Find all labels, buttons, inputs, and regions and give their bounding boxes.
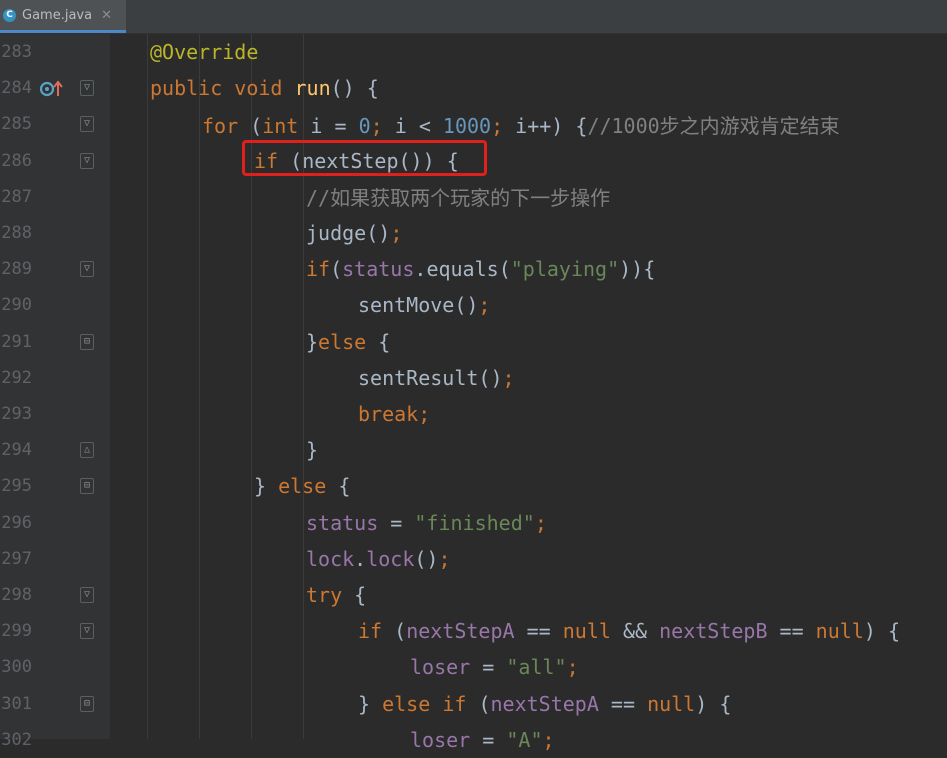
- code-text[interactable]: break;: [358, 402, 430, 426]
- line-number: 291: [1, 331, 32, 352]
- class-c-icon: C: [3, 8, 16, 22]
- fold-open-icon[interactable]: ▽: [80, 587, 94, 603]
- code-text[interactable]: @Override: [150, 40, 258, 64]
- line-number: 285: [1, 114, 32, 135]
- fold-open-icon[interactable]: ▽: [80, 80, 94, 97]
- code-text[interactable]: loser = "all";: [410, 655, 579, 679]
- line-number: 292: [1, 367, 32, 388]
- code-text[interactable]: sentResult();: [358, 366, 515, 390]
- code-line[interactable]: 294 △}: [0, 432, 947, 468]
- line-number: 301: [1, 693, 32, 714]
- line-number: 283: [1, 42, 32, 62]
- close-icon[interactable]: ✕: [101, 8, 112, 23]
- code-line[interactable]: 285 ▽ for (int i = 0; i < 1000; i++) {//10…: [0, 106, 947, 142]
- line-number: 298: [1, 585, 32, 605]
- code-line[interactable]: 284 ▽ public void run() {: [0, 70, 947, 106]
- line-number: 288: [1, 223, 32, 243]
- code-line[interactable]: 295 ⊟ } else {: [0, 468, 947, 504]
- code-line[interactable]: 289 ▽ if(status.equals("playing")){: [0, 251, 947, 287]
- code-line[interactable]: 300 loser = "all";: [0, 649, 947, 685]
- code-line[interactable]: 291 ⊟ }else {: [0, 324, 947, 360]
- line-number: 287: [1, 186, 32, 207]
- code-text[interactable]: loser = "A";: [410, 728, 555, 752]
- code-line[interactable]: 293 break;: [0, 396, 947, 432]
- line-number: 293: [1, 404, 32, 424]
- code-text[interactable]: //如果获取两个玩家的下一步操作: [306, 182, 610, 211]
- fold-open-icon[interactable]: ▽: [80, 116, 94, 133]
- code-text[interactable]: lock.lock();: [306, 547, 451, 571]
- tab-label: Game.java: [22, 7, 93, 23]
- editor-tab-bar: C Game.java ✕: [0, 0, 947, 34]
- fold-marker-icon[interactable]: ⊟: [80, 333, 94, 350]
- fold-open-icon[interactable]: ▽: [80, 152, 94, 169]
- line-number: 299: [1, 621, 32, 642]
- code-text[interactable]: for (int i = 0; i < 1000; i++) {//1000步之…: [202, 110, 840, 139]
- code-line[interactable]: 298 ▽ try {: [0, 577, 947, 613]
- fold-open-icon[interactable]: ▽: [80, 261, 94, 278]
- code-line[interactable]: 283 @Override: [0, 34, 947, 70]
- code-text[interactable]: if (nextStepA == null && nextStepB == nu…: [358, 619, 900, 643]
- line-number: 290: [1, 295, 32, 316]
- code-line[interactable]: 292 sentResult();: [0, 360, 947, 396]
- code-text[interactable]: }: [306, 438, 318, 462]
- line-number: 300: [1, 657, 32, 678]
- code-text[interactable]: judge();: [306, 221, 402, 245]
- highlight-box: [242, 140, 487, 176]
- code-line[interactable]: 299 ▽ if (nextStepA == null && nextStepB =…: [0, 613, 947, 649]
- code-text[interactable]: public void run() {: [150, 76, 379, 100]
- code-text[interactable]: sentMove();: [358, 293, 490, 317]
- code-text[interactable]: if(status.equals("playing")){: [306, 257, 655, 281]
- fold-open-icon[interactable]: ▽: [80, 623, 94, 640]
- tab-game-java[interactable]: C Game.java ✕: [0, 0, 126, 33]
- fold-marker-icon[interactable]: ⊟: [80, 478, 94, 495]
- code-text[interactable]: status = "finished";: [306, 511, 547, 535]
- code-line[interactable]: 290 sentMove();: [0, 287, 947, 323]
- line-number: 294: [1, 440, 32, 461]
- line-number: 289: [1, 259, 32, 280]
- code-text[interactable]: } else if (nextStepA == null) {: [358, 692, 731, 716]
- fold-marker-icon[interactable]: ⊟: [80, 695, 94, 712]
- code-line[interactable]: 288 judge();: [0, 215, 947, 251]
- line-number: 295: [1, 476, 32, 497]
- code-text[interactable]: try {: [306, 583, 366, 607]
- code-line[interactable]: 297 lock.lock();: [0, 541, 947, 577]
- fold-close-icon[interactable]: △: [80, 442, 94, 459]
- line-number: 286: [1, 150, 32, 171]
- line-number: 297: [1, 548, 32, 569]
- line-number: 296: [1, 512, 32, 533]
- code-line[interactable]: 296 status = "finished";: [0, 505, 947, 541]
- code-line[interactable]: 287 //如果获取两个玩家的下一步操作: [0, 179, 947, 215]
- line-number: 302: [1, 729, 32, 750]
- code-line[interactable]: 301 ⊟ } else if (nextStepA == null) {: [0, 686, 947, 722]
- line-number: 284: [1, 78, 32, 99]
- code-text[interactable]: } else {: [254, 474, 350, 498]
- code-text[interactable]: }else {: [306, 330, 390, 354]
- code-line[interactable]: 302 loser = "A";: [0, 722, 947, 758]
